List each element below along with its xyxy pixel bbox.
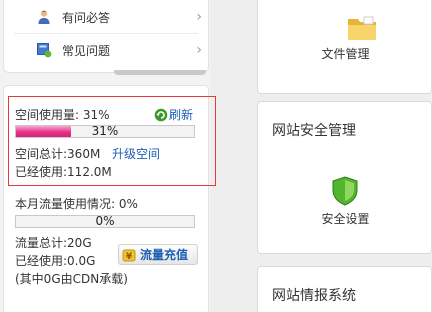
highlight-box <box>8 96 216 186</box>
recharge-label: 流量充值 <box>140 248 189 262</box>
menu-item-faq[interactable]: 常见问题 › <box>4 34 210 66</box>
traffic-total: 流量总计:20G <box>15 236 92 250</box>
faq-icon <box>37 43 52 58</box>
menu-item-label: 常见问题 <box>62 43 111 58</box>
file-manage-card: 文件管理 <box>257 0 432 94</box>
coin-icon: ¥ <box>122 249 136 262</box>
security-title: 网站安全管理 <box>272 123 356 139</box>
shield-icon[interactable] <box>332 176 358 206</box>
traffic-progress-text: 0% <box>95 214 115 228</box>
folder-icon[interactable] <box>346 14 378 42</box>
security-card: 网站安全管理 安全设置 <box>257 101 432 254</box>
intel-title: 网站情报系统 <box>272 288 356 304</box>
chevron-right-icon: › <box>196 9 202 25</box>
chevron-right-icon: › <box>196 42 202 58</box>
traffic-cdn-note: (其中0G由CDN承载) <box>15 272 128 286</box>
menu-item-label: 有问必答 <box>62 10 111 25</box>
menu-scroll-edge <box>114 70 206 75</box>
security-setting-label[interactable]: 安全设置 <box>258 210 432 227</box>
traffic-used: 已经使用:0.0G <box>15 254 96 268</box>
help-menu: 有问必答 › 常见问题 › <box>3 0 209 73</box>
right-panel: 文件管理 网站安全管理 安全设置 网站情报系统 <box>257 0 432 312</box>
svg-text:¥: ¥ <box>126 252 133 262</box>
intel-card: 网站情报系统 <box>257 266 432 312</box>
traffic-usage-label: 本月流量使用情况: 0% <box>15 197 138 211</box>
file-manage-label[interactable]: 文件管理 <box>258 45 432 62</box>
traffic-recharge-button[interactable]: ¥ 流量充值 <box>118 244 198 265</box>
menu-item-qa[interactable]: 有问必答 › <box>4 1 210 33</box>
user-question-icon <box>38 10 50 24</box>
traffic-progress-bar: 0% <box>15 214 195 228</box>
